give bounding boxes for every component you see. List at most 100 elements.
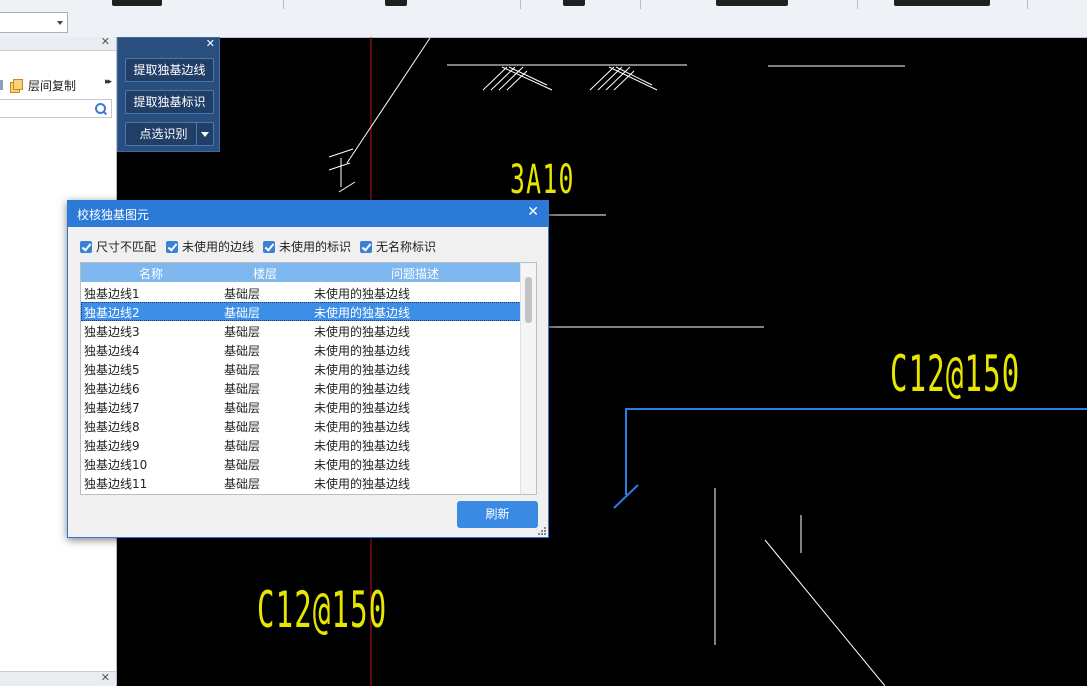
search-icon[interactable] (95, 103, 106, 114)
close-icon[interactable]: ✕ (101, 35, 110, 49)
ribbon-separator (283, 0, 284, 9)
table-row[interactable]: 独基边线5 基础层 未使用的独基边线 (81, 359, 521, 378)
point-recognize-label: 点选识别 (139, 127, 188, 141)
cell-floor: 基础层 (224, 477, 261, 491)
checkbox-label: 未使用的边线 (182, 240, 255, 254)
left-bottom-panel-titlebar: ✕ (0, 671, 116, 686)
ribbon-item-fragment[interactable] (716, 0, 788, 6)
refresh-button[interactable]: 刷新 (457, 501, 538, 528)
filter-unused-label-checkbox[interactable]: 未使用的标识 (263, 238, 351, 254)
ribbon-separator (857, 0, 858, 9)
cad-annotation: 3A10 (510, 157, 575, 203)
resize-grip-icon[interactable] (538, 527, 546, 535)
cell-floor: 基础层 (224, 325, 261, 339)
cell-name: 独基边线10 (84, 458, 148, 472)
extract-footing-edge-button[interactable]: 提取独基边线 (125, 58, 214, 82)
cell-description: 未使用的独基边线 (314, 382, 411, 396)
cell-description: 未使用的独基边线 (314, 420, 411, 434)
cell-floor: 基础层 (224, 382, 261, 396)
checkbox-label: 无名称标识 (376, 240, 437, 254)
filter-unnamed-label-checkbox[interactable]: 无名称标识 (360, 238, 436, 254)
left-panel-titlebar: ✕ (0, 35, 116, 51)
cell-floor: 基础层 (224, 287, 261, 301)
cad-annotation: C12@150 (890, 345, 1021, 403)
cell-floor: 基础层 (224, 306, 261, 320)
table-row[interactable]: 独基边线6 基础层 未使用的独基边线 (81, 378, 521, 397)
cell-floor: 基础层 (224, 401, 261, 415)
column-header-description[interactable]: 问题描述 (391, 265, 439, 282)
cell-name: 独基边线4 (84, 344, 140, 358)
checkbox-label: 尺寸不匹配 (96, 240, 157, 254)
point-recognize-button[interactable]: 点选识别 (125, 122, 214, 146)
secondary-toolbar (0, 10, 1087, 38)
table-row[interactable]: 独基边线7 基础层 未使用的独基边线 (81, 397, 521, 416)
check-footing-dialog: 校核独基图元 ✕ 尺寸不匹配 未使用的边线 未使用的标识 无名称标识 名称 楼层… (67, 200, 549, 538)
dialog-title: 校核独基图元 (77, 208, 150, 222)
cell-description: 未使用的独基边线 (314, 325, 411, 339)
checkbox-label: 未使用的标识 (279, 240, 352, 254)
table-row[interactable]: 独基边线9 基础层 未使用的独基边线 (81, 435, 521, 454)
cell-description: 未使用的独基边线 (314, 458, 411, 472)
cell-floor: 基础层 (224, 439, 261, 453)
chevron-down-icon (57, 21, 63, 25)
cell-name: 独基边线5 (84, 363, 140, 377)
cell-name: 独基边线8 (84, 420, 140, 434)
cell-name: 独基边线6 (84, 382, 140, 396)
table-row[interactable]: 独基边线1 基础层 未使用的独基边线 (81, 283, 521, 302)
cell-floor: 基础层 (224, 458, 261, 472)
scrollbar-thumb[interactable] (525, 277, 532, 323)
cell-description: 未使用的独基边线 (314, 477, 411, 491)
cell-description: 未使用的独基边线 (314, 306, 411, 320)
filter-unused-edge-checkbox[interactable]: 未使用的边线 (166, 238, 254, 254)
table-header: 名称 楼层 问题描述 (81, 263, 521, 282)
cell-name: 独基边线9 (84, 439, 140, 453)
column-header-name[interactable]: 名称 (139, 265, 163, 282)
cell-name: 独基边线11 (84, 477, 148, 491)
close-icon[interactable]: ✕ (206, 37, 215, 50)
table-row[interactable]: 独基边线8 基础层 未使用的独基边线 (81, 416, 521, 435)
floor-select[interactable] (0, 12, 68, 33)
cell-name: 独基边线1 (84, 287, 140, 301)
left-toolbar: 层间复制 ▸▸ (0, 75, 116, 95)
cell-name: 独基边线7 (84, 401, 140, 415)
floor-copy-button[interactable]: 层间复制 (28, 77, 76, 94)
chevron-down-icon[interactable] (196, 123, 213, 145)
checkbox-checked-icon (360, 241, 372, 253)
checkbox-checked-icon (263, 241, 275, 253)
checkbox-checked-icon (80, 241, 92, 253)
cell-floor: 基础层 (224, 363, 261, 377)
table-row[interactable]: 独基边线4 基础层 未使用的独基边线 (81, 340, 521, 359)
table-row[interactable]: 独基边线11 基础层 未使用的独基边线 (81, 473, 521, 492)
table-row[interactable]: 独基边线3 基础层 未使用的独基边线 (81, 321, 521, 340)
close-icon[interactable]: ✕ (527, 204, 539, 220)
search-input[interactable] (0, 99, 112, 118)
ribbon-item-fragment[interactable] (112, 0, 162, 6)
cell-description: 未使用的独基边线 (314, 344, 411, 358)
dialog-titlebar[interactable]: 校核独基图元 ✕ (68, 201, 548, 227)
cell-floor: 基础层 (224, 420, 261, 434)
ribbon-separator (1027, 0, 1028, 9)
table-row[interactable]: 独基边线2 基础层 未使用的独基边线 (81, 302, 521, 321)
checkbox-checked-icon (166, 241, 178, 253)
column-header-floor[interactable]: 楼层 (253, 265, 277, 282)
cell-name: 独基边线2 (84, 306, 140, 320)
close-icon[interactable]: ✕ (101, 671, 110, 685)
cell-description: 未使用的独基边线 (314, 363, 411, 377)
ribbon-item-fragment[interactable] (385, 0, 407, 6)
ribbon-item-fragment[interactable] (894, 0, 990, 6)
more-icon[interactable]: ▸▸ (105, 77, 112, 87)
cell-description: 未使用的独基边线 (314, 287, 411, 301)
toolbar-icon-fragment[interactable] (0, 80, 3, 90)
ribbon-separator (640, 0, 641, 9)
ribbon-item-fragment[interactable] (563, 0, 585, 6)
ribbon-separator (520, 0, 521, 9)
copy-icon[interactable] (10, 79, 23, 93)
cell-floor: 基础层 (224, 344, 261, 358)
extract-footing-label-button[interactable]: 提取独基标识 (125, 90, 214, 114)
table-row[interactable]: 独基边线10 基础层 未使用的独基边线 (81, 454, 521, 473)
vertical-scrollbar[interactable] (520, 263, 536, 494)
filter-size-mismatch-checkbox[interactable]: 尺寸不匹配 (80, 238, 156, 254)
cell-name: 独基边线3 (84, 325, 140, 339)
issues-table: 名称 楼层 问题描述 独基边线1 基础层 未使用的独基边线 独基边线2 基础层 未使用的独… (80, 262, 537, 495)
cell-description: 未使用的独基边线 (314, 401, 411, 415)
